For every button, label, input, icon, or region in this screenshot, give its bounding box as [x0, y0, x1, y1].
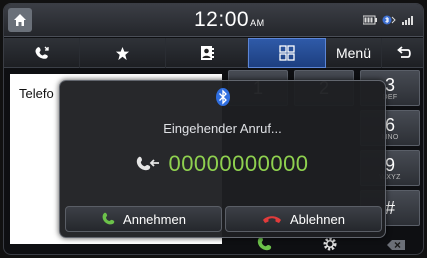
- menu-label: Menü: [335, 45, 372, 61]
- gear-icon: [323, 237, 337, 251]
- accept-call-label: Annehmen: [123, 211, 186, 227]
- caller-row: 00000000000: [60, 151, 385, 177]
- phone-field-label: Telefo: [19, 86, 54, 101]
- signal-icon: [402, 16, 413, 25]
- decline-call-button[interactable]: Ablehnen: [225, 206, 382, 232]
- battery-icon: [363, 15, 377, 25]
- back-icon: [396, 46, 411, 58]
- key-digit: #: [384, 198, 395, 218]
- home-icon: [14, 14, 26, 26]
- back-button[interactable]: [382, 38, 423, 68]
- bluetooth-icon: [216, 88, 230, 106]
- decline-call-label: Ablehnen: [290, 211, 345, 227]
- key-digit: 3: [384, 74, 395, 95]
- phone-icon: [257, 236, 272, 251]
- menu-button[interactable]: Menü: [326, 38, 382, 68]
- status-icons: [363, 15, 415, 25]
- tab-call-history[interactable]: [4, 38, 80, 68]
- delete-button[interactable]: [386, 238, 406, 254]
- key-digit: 9: [384, 154, 395, 175]
- clock: 12:00AM: [194, 8, 265, 32]
- clock-ampm: AM: [250, 18, 265, 28]
- dial-button[interactable]: [256, 236, 272, 254]
- tab-bar: Menü: [4, 38, 423, 68]
- tab-favorites[interactable]: [80, 38, 166, 68]
- home-button[interactable]: [8, 8, 32, 32]
- incoming-call-icon: [137, 156, 160, 171]
- head-unit-screen: 12:00AM Menü Telefo 3 DEF 6 MNO 9 WXYZ #…: [3, 3, 424, 255]
- backspace-icon: [387, 240, 405, 250]
- incoming-call-title: Eingehender Anruf...: [163, 121, 282, 136]
- accept-phone-icon: [102, 212, 115, 225]
- caller-number: 00000000000: [168, 151, 309, 176]
- keypad-icon: [279, 45, 295, 61]
- key-digit: 6: [384, 114, 395, 135]
- star-icon: [115, 46, 130, 60]
- decline-phone-icon: [263, 216, 282, 223]
- incoming-call-dialog: Eingehender Anruf... 00000000000 Annehme…: [59, 80, 386, 238]
- call-history-icon: [35, 46, 49, 59]
- bluetooth-status-icon: [382, 15, 396, 25]
- status-bar: 12:00AM: [4, 4, 423, 37]
- tab-contacts[interactable]: [166, 38, 248, 68]
- contacts-icon: [200, 46, 214, 60]
- clock-time: 12:00: [194, 8, 250, 31]
- settings-button[interactable]: [322, 236, 338, 254]
- tab-keypad[interactable]: [248, 38, 326, 68]
- accept-call-button[interactable]: Annehmen: [65, 206, 222, 232]
